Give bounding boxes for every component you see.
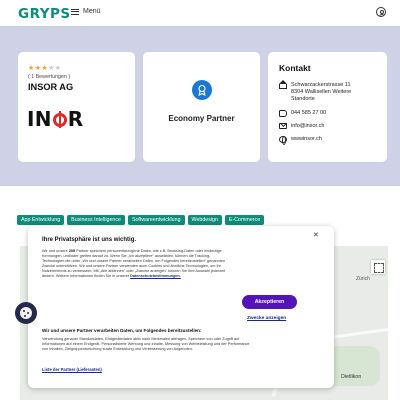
company-name: INSOR AG	[28, 82, 74, 92]
star-icon: ★	[54, 65, 62, 72]
other-locations-link[interactable]: Standorte	[291, 96, 315, 102]
cookie-consent-dialog: ✕ Ihre Privatsphäre ist uns wichtig. Wir…	[28, 226, 334, 388]
contact-email[interactable]: info@insor.ch	[279, 123, 324, 130]
review-count[interactable]: ( 1 Bewertungen )	[28, 74, 70, 80]
map-city-label: Dietlikon	[341, 374, 362, 380]
cookie-settings-icon[interactable]	[15, 302, 37, 324]
show-purposes-button[interactable]: Zwecke anzeigen	[247, 316, 286, 321]
consent-title: Ihre Privatsphäre ist uns wichtig.	[42, 237, 137, 243]
contact-card: Kontakt Schwarzackerstrasse 11 8304 Wall…	[268, 52, 387, 162]
star-icon: ★	[28, 65, 35, 72]
company-card: ★★★★★ ( 1 Bewertungen ) INSOR AG IN R	[18, 52, 135, 162]
service-tags: App Entwicklung Business Intelligence So…	[17, 215, 265, 225]
phone-icon	[279, 110, 287, 117]
user-account-icon[interactable]	[376, 7, 386, 17]
service-tag[interactable]: Softwareentwicklung	[127, 215, 185, 225]
rating-stars: ★★★★★	[28, 64, 61, 72]
consent-purposes-text: Verwendung genauer Standortdaten, Endger…	[42, 337, 250, 351]
partner-badge-icon	[192, 80, 212, 100]
contact-title: Kontakt	[279, 63, 311, 73]
partner-level: Economy Partner	[168, 114, 235, 123]
menu-button[interactable]: Menü	[71, 8, 101, 15]
hamburger-icon	[71, 8, 79, 15]
close-icon[interactable]: ✕	[313, 231, 319, 239]
globe-icon	[279, 136, 287, 145]
consent-subtitle: Wir und unsere Partner verarbeiten Daten…	[42, 328, 202, 333]
insor-logo: IN R	[27, 107, 84, 131]
service-tag[interactable]: E-Commerce	[224, 215, 265, 225]
service-tag[interactable]: Business Intelligence	[67, 215, 125, 225]
service-tag[interactable]: Webdesign	[187, 215, 222, 225]
map-place-label: Zürich	[356, 276, 370, 282]
mail-icon	[279, 123, 287, 129]
contact-website[interactable]: wwwinsor.ch	[279, 136, 322, 145]
partner-card: Economy Partner	[143, 52, 260, 162]
house-icon	[279, 80, 287, 89]
partner-list-link[interactable]: Liste der Partner (Lieferanten)	[42, 367, 102, 372]
menu-label: Menü	[83, 8, 101, 15]
top-navigation: GRYPS Menü	[0, 0, 400, 26]
privacy-policy-link[interactable]: Datenschutzbestimmungen.	[130, 274, 181, 278]
contact-phone[interactable]: 044 585 27 00	[279, 110, 326, 117]
accept-button[interactable]: Akzeptieren	[242, 295, 297, 309]
gryps-logo[interactable]: GRYPS	[18, 6, 71, 22]
consent-body: Wir und unsere 205 Partner speichern per…	[42, 249, 226, 278]
map-fullscreen-button[interactable]	[371, 260, 385, 274]
service-tag[interactable]: App Entwicklung	[17, 215, 65, 225]
star-icon: ★	[48, 65, 55, 72]
contact-address: Schwarzackerstrasse 11 8304 Wallisellen …	[279, 80, 351, 103]
